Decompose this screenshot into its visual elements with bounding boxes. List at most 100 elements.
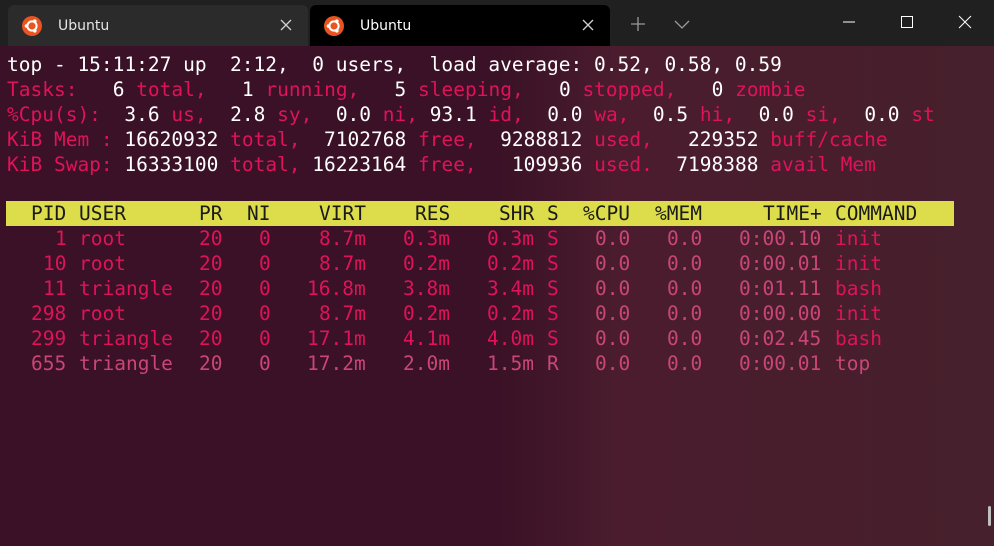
cpu-id: 93.1 [429,103,477,126]
close-tab-icon[interactable] [276,15,296,35]
process-mem: 0.0 [667,252,703,275]
tasks-stopped: 0 [558,78,571,101]
swap-avail-label: avail Mem [770,153,876,176]
swap-line: KiB Swap: 16333100 total, 16223164 free,… [7,152,876,177]
cpu-sy-label: sy, [277,103,313,126]
process-user: triangle [79,327,173,350]
close-icon [958,15,972,29]
process-virt: 8.7m [319,252,366,275]
process-res: 0.3m [403,227,450,250]
scrollbar-thumb[interactable] [988,506,991,526]
process-s: S [547,252,559,275]
process-shr: 0.2m [487,302,534,325]
tasks-stopped-label: stopped, [582,78,677,101]
process-cpu: 0.0 [595,277,631,300]
process-time: 0:02.45 [739,327,822,350]
terminal-pane[interactable]: top - 15:11:27 up 2:12, 0 users, load av… [0,46,994,546]
column-header-res: RES [415,202,451,225]
process-pid: 298 [31,302,67,325]
process-virt: 8.7m [319,302,366,325]
process-cpu: 0.0 [595,227,631,250]
swap-label: KiB Swap: [7,153,113,176]
cpu-ni: 0.0 [335,103,372,126]
cpu-st-label: st [911,103,935,126]
column-header-pr: PR [199,202,223,225]
process-mem: 0.0 [667,302,703,325]
process-pid: 11 [43,277,67,300]
cpu-sy: 2.8 [230,103,266,126]
swap-total: 16333100 [124,153,219,176]
process-shr: 3.4m [487,277,534,300]
tab-title: Ubuntu [58,17,110,34]
column-header-cmd: COMMAND [835,202,918,225]
process-pr: 20 [199,302,223,325]
cpu-id-label: id, [488,103,524,126]
uptime-line: top - 15:11:27 up 2:12, 0 users, load av… [7,53,782,76]
cpu-si: 0.0 [758,103,794,126]
process-pid: 655 [31,352,67,375]
minimize-button[interactable] [820,0,878,44]
column-header-pid: PID [31,202,67,225]
chevron-down-icon[interactable] [672,14,692,34]
process-cmd: top [835,352,871,375]
process-cpu: 0.0 [595,352,631,375]
close-tab-icon[interactable] [578,15,598,35]
process-s: R [547,352,559,375]
ubuntu-logo-icon [22,15,42,36]
cpu-us-label: us, [171,103,207,126]
process-user: root [79,252,126,275]
process-ni: 0 [259,277,271,300]
mem-used: 9288812 [500,128,583,151]
process-time: 0:00.01 [739,352,822,375]
process-virt: 17.2m [307,352,366,375]
tab-title: Ubuntu [360,17,412,34]
process-mem: 0.0 [667,277,703,300]
cpu-hi: 0.5 [652,103,689,126]
process-cmd: init [835,227,882,250]
process-ni: 0 [259,302,271,325]
column-header-virt: VIRT [319,202,366,225]
process-cmd: init [835,302,882,325]
process-s: S [547,227,559,250]
cpu-hi-label: hi, [699,103,736,126]
process-shr: 1.5m [487,352,534,375]
process-s: S [547,277,559,300]
column-header-mem: %MEM [655,202,702,225]
title-bar: Ubuntu Ubuntu [0,0,994,46]
process-time: 0:01.11 [739,277,822,300]
column-header-s: S [547,202,559,225]
ubuntu-logo-icon [324,15,344,36]
process-shr: 0.2m [487,252,534,275]
process-res: 0.2m [403,252,450,275]
process-time: 0:00.01 [739,252,822,275]
process-user: triangle [79,277,173,300]
tab-ubuntu-2[interactable]: Ubuntu [310,5,610,46]
minimize-icon [843,21,855,23]
cpu-st: 0.0 [864,103,900,126]
process-res: 3.8m [403,277,450,300]
cpu-line: %Cpu(s): 3.6 us, 2.8 sy, 0.0 ni, 93.1 id… [7,102,935,127]
swap-used: 109936 [511,153,583,176]
process-cpu: 0.0 [595,252,631,275]
process-pid: 10 [43,252,67,275]
tasks-sleeping-label: sleeping, [418,78,524,101]
process-pr: 20 [199,227,223,250]
mem-total: 16620932 [124,128,219,151]
process-time: 0:00.00 [739,302,822,325]
maximize-button[interactable] [878,0,936,44]
cpu-us: 3.6 [124,103,160,126]
process-pr: 20 [199,327,223,350]
process-cpu: 0.0 [595,327,631,350]
new-tab-icon[interactable] [628,14,648,34]
process-ni: 0 [259,327,271,350]
process-pid: 299 [31,327,67,350]
tab-ubuntu-1[interactable]: Ubuntu [8,5,308,46]
tasks-running-label: running, [265,78,360,101]
process-pr: 20 [199,252,223,275]
process-mem: 0.0 [667,227,703,250]
mem-label: KiB Mem : [7,128,113,151]
process-s: S [547,327,559,350]
process-res: 2.0m [403,352,450,375]
process-pr: 20 [199,352,223,375]
close-window-button[interactable] [936,0,994,44]
